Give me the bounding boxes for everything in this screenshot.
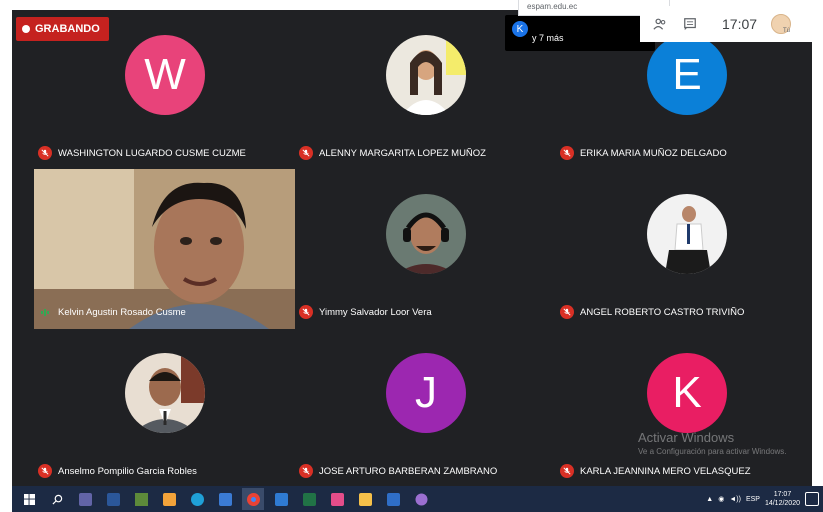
minecraft-icon[interactable] xyxy=(130,488,152,510)
avatar-letter: E xyxy=(672,50,702,99)
language-indicator[interactable]: ESP xyxy=(746,496,760,503)
participant-tile[interactable]: ALENNY MARGARITA LOPEZ MUÑOZ xyxy=(295,10,556,170)
windows-taskbar: ▲ ◉ ◄)) ESP 17:07 14/12/2020 xyxy=(12,486,823,512)
watermark-subtitle: Ve a Configuración para activar Windows. xyxy=(638,447,787,456)
search-icon[interactable] xyxy=(46,488,68,510)
participant-tile[interactable]: W WASHINGTON LUGARDO CUSME CUZME xyxy=(34,10,295,170)
meeting-top-bar: 17:07 Tú xyxy=(640,6,812,42)
avatar xyxy=(647,194,727,274)
avatar xyxy=(125,353,205,433)
avatar-letter: W xyxy=(144,50,186,99)
tray-clock[interactable]: 17:07 14/12/2020 xyxy=(765,490,800,508)
wifi-icon[interactable]: ◉ xyxy=(718,495,724,503)
participant-namebar: Yimmy Salvador Loor Vera xyxy=(299,305,432,319)
participant-name: KARLA JEANNINA MERO VELASQUEZ xyxy=(580,465,751,477)
people-icon[interactable] xyxy=(650,14,670,34)
avatar-letter: K xyxy=(672,368,702,417)
teams-icon[interactable] xyxy=(74,488,96,510)
activation-watermark: Activar Windows Ve a Configuración para … xyxy=(638,430,787,456)
avatar: E xyxy=(647,35,727,115)
record-dot-icon xyxy=(22,25,30,33)
participant-namebar: Anselmo Pompilio Garcia Robles xyxy=(38,464,197,478)
edge-icon[interactable] xyxy=(186,488,208,510)
meeting-clock: 17:07 xyxy=(722,16,758,32)
mic-off-icon xyxy=(38,146,52,160)
notification-icon[interactable] xyxy=(805,492,819,506)
mic-off-icon xyxy=(38,464,52,478)
paint-icon[interactable] xyxy=(326,488,348,510)
avatar: J xyxy=(386,353,466,433)
tray-chevron-icon[interactable]: ▲ xyxy=(706,496,713,503)
tray-time: 17:07 xyxy=(773,491,792,498)
ppt-icon[interactable] xyxy=(382,488,404,510)
participant-tile[interactable]: J JOSE ARTURO BARBERAN ZAMBRANO xyxy=(295,328,556,486)
participant-namebar: WASHINGTON LUGARDO CUSME CUZME xyxy=(38,146,246,160)
participant-namebar: Kelvin Agustin Rosado Cusme xyxy=(38,305,186,319)
participant-namebar: JOSE ARTURO BARBERAN ZAMBRANO xyxy=(299,464,497,478)
misc-icon[interactable] xyxy=(410,488,432,510)
volume-icon[interactable]: ◄)) xyxy=(729,496,741,503)
mic-off-icon xyxy=(299,146,313,160)
participant-name: Yimmy Salvador Loor Vera xyxy=(319,306,432,318)
mic-off-icon xyxy=(560,464,574,478)
windows-start-icon[interactable] xyxy=(18,488,40,510)
photos-icon[interactable] xyxy=(214,488,236,510)
participant-name: ALENNY MARGARITA LOPEZ MUÑOZ xyxy=(319,147,486,159)
participant-name: WASHINGTON LUGARDO CUSME CUZME xyxy=(58,147,246,159)
avatar xyxy=(386,35,466,115)
files-icon[interactable] xyxy=(354,488,376,510)
participant-name: JOSE ARTURO BARBERAN ZAMBRANO xyxy=(319,465,498,477)
avatar-letter: J xyxy=(415,368,437,417)
participant-tile[interactable]: ANGEL ROBERTO CASTRO TRIVIÑO xyxy=(556,169,812,329)
tray-date: 14/12/2020 xyxy=(764,500,800,507)
avatar: W xyxy=(125,35,205,115)
store-icon[interactable] xyxy=(158,488,180,510)
mic-off-icon xyxy=(299,305,313,319)
participant-tile[interactable]: Yimmy Salvador Loor Vera xyxy=(295,169,556,329)
participant-video-tile[interactable]: Kelvin Agustin Rosado Cusme xyxy=(34,169,295,329)
chat-icon[interactable] xyxy=(680,14,700,34)
avatar: K xyxy=(647,353,727,433)
mail-icon[interactable] xyxy=(270,488,292,510)
participant-tile[interactable]: Anselmo Pompilio Garcia Robles xyxy=(34,328,295,486)
system-tray: ▲ ◉ ◄)) ESP 17:07 14/12/2020 xyxy=(706,486,823,512)
speaking-indicator-icon xyxy=(38,305,52,319)
mic-off-icon xyxy=(560,146,574,160)
screen: GRABANDO K y 7 más W WASHINGTON LUGARDO … xyxy=(0,0,823,512)
word-icon[interactable] xyxy=(102,488,124,510)
self-label: Tú xyxy=(782,28,790,34)
watermark-title: Activar Windows xyxy=(638,430,735,445)
participant-name: Anselmo Pompilio Garcia Robles xyxy=(58,465,197,477)
avatar xyxy=(386,194,466,274)
participant-namebar: ERIKA MARIA MUÑOZ DELGADO xyxy=(560,146,727,160)
chrome-icon[interactable] xyxy=(242,488,264,510)
participant-namebar: ANGEL ROBERTO CASTRO TRIVIÑO xyxy=(560,305,744,319)
participant-tile[interactable]: K KARLA JEANNINA MERO VELASQUEZ xyxy=(556,328,812,486)
participant-name: ANGEL ROBERTO CASTRO TRIVIÑO xyxy=(580,306,745,318)
participant-namebar: KARLA JEANNINA MERO VELASQUEZ xyxy=(560,464,751,478)
mic-off-icon xyxy=(560,305,574,319)
excel-icon[interactable] xyxy=(298,488,320,510)
participant-name: Kelvin Agustin Rosado Cusme xyxy=(58,306,186,318)
meeting-grid: GRABANDO K y 7 más W WASHINGTON LUGARDO … xyxy=(12,10,812,486)
mic-off-icon xyxy=(299,464,313,478)
participant-namebar: ALENNY MARGARITA LOPEZ MUÑOZ xyxy=(299,146,486,160)
participant-name: ERIKA MARIA MUÑOZ DELGADO xyxy=(580,147,727,159)
url-text: espam.edu.ec xyxy=(527,2,578,11)
